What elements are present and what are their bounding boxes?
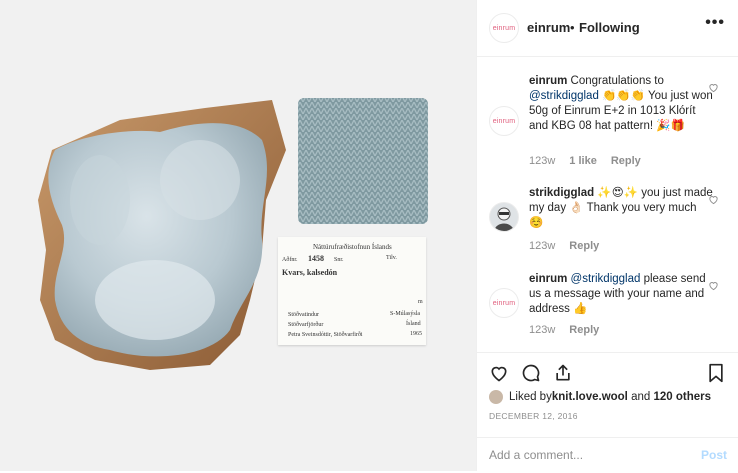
instagram-post-view: Náttúrufræðistofnun Íslands Aðfnr. 1458 … (0, 0, 738, 471)
comment-text: einrum @strikdigglad please send us a me… (529, 272, 714, 317)
comment-text: strikdigglad ✨😍✨ you just made my day 👌🏻… (529, 186, 714, 231)
label-til: Tilv. (386, 255, 397, 261)
avatar-text: einrum (492, 24, 516, 32)
liked-user[interactable]: knit.love.wool (552, 391, 628, 403)
reply-button[interactable]: Reply (569, 324, 599, 336)
photo-illustration (38, 98, 428, 370)
avatar[interactable] (489, 202, 519, 232)
comment-mention[interactable]: @strikdigglad (529, 90, 599, 102)
liked-by: Liked by knit.love.wool and 120 others (489, 390, 711, 404)
label-place: Stöðvatindur (288, 312, 319, 318)
comment-likes[interactable]: 1 like (569, 155, 597, 167)
post-comment-button[interactable]: Post (701, 448, 727, 462)
header-separator: • (570, 20, 575, 35)
label-district: Stöðvarfjörður (288, 322, 324, 328)
comment-mention[interactable]: @strikdigglad (571, 273, 641, 285)
comment-text-pre: Congratulations to (570, 75, 664, 87)
knit-swatch (298, 98, 428, 224)
comment-age: 123w (529, 155, 556, 167)
comment-text: einrum Congratulations to @strikdigglad … (529, 74, 714, 134)
label-snr: Snr. (334, 257, 344, 263)
add-comment-input[interactable]: Add a comment... (489, 448, 583, 462)
label-region: S-Múlasýsla (390, 311, 420, 317)
comment-username[interactable]: strikdigglad (529, 187, 594, 199)
reply-button[interactable]: Reply (611, 155, 641, 167)
avatar-text: einrum (492, 117, 516, 125)
like-comment-heart-icon[interactable] (708, 194, 719, 205)
like-heart-icon[interactable] (489, 363, 509, 383)
comment-bubble-icon[interactable] (521, 363, 541, 383)
label-reg-label: Aðfnr. (282, 257, 298, 263)
label-reg-number: 1458 (308, 254, 324, 263)
post-photo[interactable]: Náttúrufræðistofnun Íslands Aðfnr. 1458 … (0, 0, 476, 471)
specimen-label: Náttúrufræðistofnun Íslands Aðfnr. 1458 … (278, 237, 426, 345)
comment-age: 123w (529, 324, 556, 336)
share-icon[interactable] (553, 363, 573, 383)
like-comment-heart-icon[interactable] (708, 82, 719, 93)
avatar[interactable]: einrum (489, 288, 519, 318)
comment-meta: 123w 1 like Reply (529, 155, 641, 167)
header-username[interactable]: einrum (527, 20, 570, 35)
comment-username[interactable]: einrum (529, 75, 567, 87)
comment-age: 123w (529, 240, 556, 252)
label-name: Kvars, kalsedón (282, 268, 338, 277)
liker-avatar[interactable] (489, 390, 503, 404)
comment-meta: 123w Reply (529, 324, 599, 336)
liked-and: and (627, 391, 654, 403)
post-actions: Liked by knit.love.wool and 120 others D… (477, 352, 738, 472)
label-collector: Petra Sveinsdóttir, Stöðvarfirði (288, 332, 363, 338)
avatar-text: einrum (492, 299, 516, 307)
follow-button[interactable]: Following (579, 20, 640, 35)
bookmark-icon[interactable] (707, 363, 725, 383)
more-options-icon[interactable]: ••• (705, 14, 725, 32)
comment-item: einrum einrum @strikdigglad please send … (477, 270, 738, 345)
comment-username[interactable]: einrum (529, 273, 567, 285)
avatar[interactable]: einrum (489, 13, 519, 43)
comment-meta: 123w Reply (529, 240, 599, 252)
label-institute: Náttúrufræðistofnun Íslands (313, 243, 392, 251)
post-date: DECEMBER 12, 2016 (489, 411, 578, 421)
label-m: m (418, 299, 423, 305)
liked-others[interactable]: 120 others (653, 391, 711, 403)
comment-item: strikdigglad ✨😍✨ you just made my day 👌🏻… (477, 184, 738, 259)
like-comment-heart-icon[interactable] (708, 280, 719, 291)
comment-item: einrum einrum Congratulations to @strikd… (477, 72, 738, 172)
add-comment-bar: Add a comment... Post (477, 437, 738, 473)
user-photo-icon (494, 207, 514, 231)
liked-prefix: Liked by (509, 391, 552, 403)
avatar[interactable]: einrum (489, 106, 519, 136)
label-year: 1965 (410, 331, 422, 337)
reply-button[interactable]: Reply (569, 240, 599, 252)
label-country: Ísland (406, 321, 421, 327)
post-header: einrum einrum • Following ••• (477, 0, 738, 57)
post-sidebar: einrum einrum • Following ••• einrum ein… (476, 0, 738, 471)
